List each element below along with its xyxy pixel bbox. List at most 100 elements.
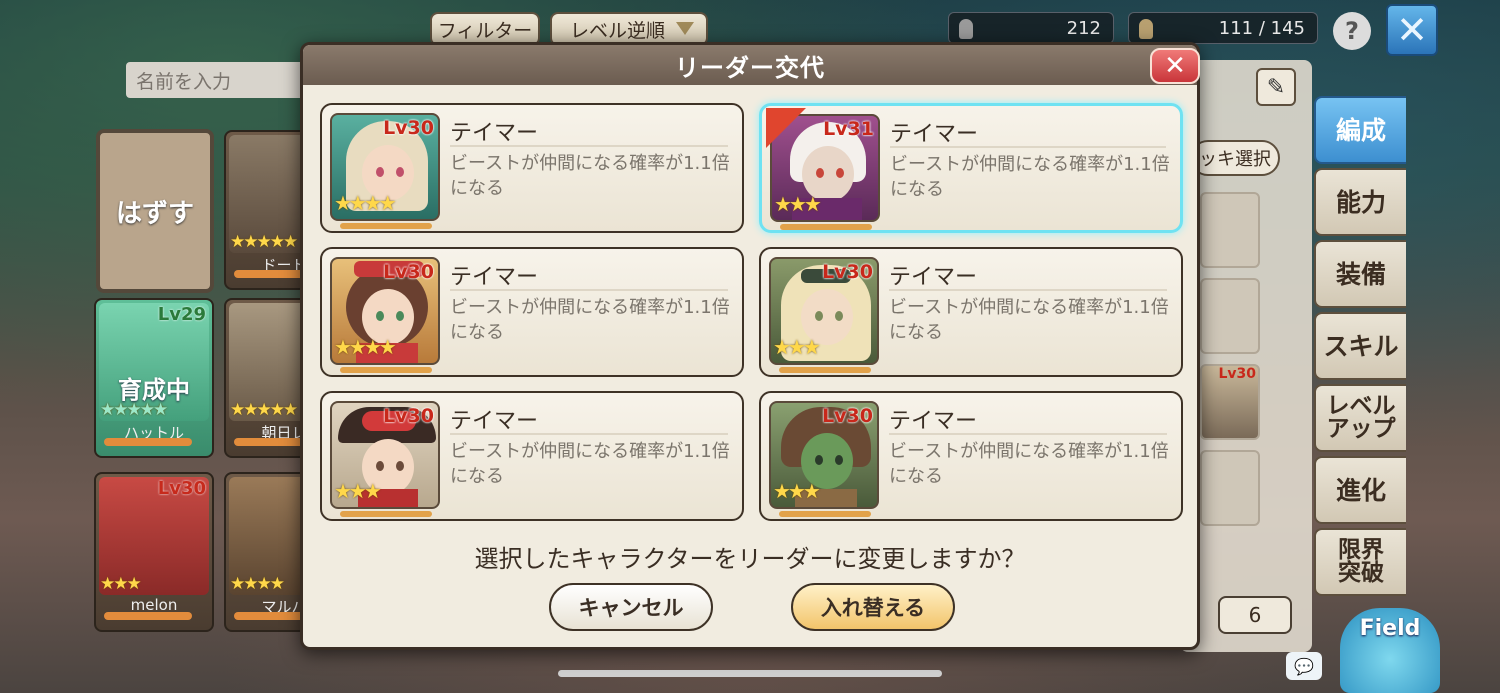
skill-title: テイマー xyxy=(890,122,979,147)
field-button[interactable]: Field xyxy=(1340,608,1440,693)
dialog-close-button[interactable]: ✕ xyxy=(1150,48,1200,84)
roster-card[interactable]: Lv29 育成中 ★★★★★ ハットル xyxy=(94,298,214,458)
rarity-stars: ★★★★★ xyxy=(100,400,168,420)
rarity-stars: ★★★ xyxy=(334,479,382,503)
skill-description: ビーストが仲間になる確率が1.1倍になる xyxy=(889,297,1169,343)
exp-bar xyxy=(779,511,871,517)
edit-button[interactable]: ✎ xyxy=(1256,68,1296,106)
level-label: Lv29 xyxy=(157,304,206,325)
level-label: Lv30 xyxy=(157,478,206,499)
unit-count: 212 xyxy=(1066,17,1101,39)
skill-description: ビーストが仲間になる確率が1.1倍になる xyxy=(450,441,730,487)
close-icon: ✕ xyxy=(1396,8,1428,52)
exp-bar xyxy=(340,367,432,373)
divider xyxy=(450,145,728,147)
rarity-stars: ★★★★ xyxy=(334,191,397,215)
skill-description: ビーストが仲間になる確率が1.1倍になる xyxy=(450,153,730,199)
home-indicator xyxy=(558,670,942,677)
leader-option-card[interactable]: Lv30 ★★★ テイマー ビーストが仲間になる確率が1.1倍になる xyxy=(759,247,1183,377)
page-number[interactable]: 6 xyxy=(1218,596,1292,634)
tab-equipment[interactable]: 装備 xyxy=(1314,240,1406,308)
level-label: Lv30 xyxy=(822,405,873,427)
confirm-question: 選択したキャラクターをリーダーに変更しますか？ xyxy=(474,545,1026,573)
tab-limit-break[interactable]: 限界 突破 xyxy=(1314,528,1406,596)
rarity-stars: ★★★★ xyxy=(230,574,285,594)
level-label: Lv30 xyxy=(822,261,873,283)
leader-option-card[interactable]: Lv31 ★★★ テイマー ビーストが仲間になる確率が1.1倍になる xyxy=(759,103,1183,233)
tab-formation[interactable]: 編成 xyxy=(1314,96,1406,164)
tab-ability[interactable]: 能力 xyxy=(1314,168,1406,236)
deck-slot[interactable] xyxy=(1200,278,1260,354)
skill-title: テイマー xyxy=(889,409,978,434)
character-portrait: Lv30 ★★★ xyxy=(769,401,879,509)
divider xyxy=(450,289,728,291)
sort-label: レベル逆順 xyxy=(570,19,666,42)
rarity-stars: ★★★ xyxy=(774,192,822,216)
tab-skill[interactable]: スキル xyxy=(1314,312,1406,380)
close-icon: ✕ xyxy=(1164,51,1186,81)
exp-bar xyxy=(104,438,192,446)
person-icon xyxy=(959,19,973,39)
skill-title: テイマー xyxy=(450,121,539,146)
deck-slot[interactable]: Lv30 xyxy=(1200,364,1260,440)
leader-option-card[interactable]: Lv30 ★★★ テイマー ビーストが仲間になる確率が1.1倍になる xyxy=(320,391,744,521)
divider xyxy=(450,433,728,435)
pencil-icon: ✎ xyxy=(1266,74,1286,100)
leader-change-dialog: リーダー交代 ✕ Lv30 ★★★★ テイマー ビーストが仲間になる確率が1.1… xyxy=(300,42,1200,650)
remove-button[interactable]: はずす xyxy=(96,129,214,293)
rarity-stars: ★★★★ xyxy=(334,335,397,359)
capacity-icon xyxy=(1139,19,1153,39)
level-label: Lv30 xyxy=(383,261,434,283)
unit-count-display: 212 xyxy=(948,12,1114,44)
deck-slot[interactable] xyxy=(1200,192,1260,268)
tab-level-up[interactable]: レベル アップ xyxy=(1314,384,1406,452)
leader-flag-icon xyxy=(766,108,806,148)
dialog-title: リーダー交代 xyxy=(303,45,1197,85)
skill-description: ビーストが仲間になる確率が1.1倍になる xyxy=(890,154,1170,200)
character-portrait: Lv30 ★★★★ xyxy=(330,257,440,365)
exp-bar xyxy=(104,612,192,620)
slot-level-label: Lv30 xyxy=(1218,366,1256,382)
level-label: Lv30 xyxy=(383,117,434,139)
level-label: Lv30 xyxy=(383,405,434,427)
character-portrait: Lv30 ★★★★ xyxy=(330,113,440,221)
chevron-down-icon xyxy=(676,22,694,35)
skill-title: テイマー xyxy=(450,265,539,290)
capacity-count: 111 / 145 xyxy=(1218,17,1305,39)
deck-slot[interactable] xyxy=(1200,450,1260,526)
rarity-stars: ★★★ xyxy=(773,335,821,359)
cancel-button[interactable]: キャンセル xyxy=(549,583,713,631)
help-button[interactable]: ? xyxy=(1333,12,1371,50)
rarity-stars: ★★★★★ xyxy=(230,232,298,252)
capacity-display: 111 / 145 xyxy=(1128,12,1318,44)
leader-option-card[interactable]: Lv30 ★★★★ テイマー ビーストが仲間になる確率が1.1倍になる xyxy=(320,103,744,233)
leader-option-card[interactable]: Lv30 ★★★★ テイマー ビーストが仲間になる確率が1.1倍になる xyxy=(320,247,744,377)
rarity-stars: ★★★ xyxy=(100,574,142,594)
tab-evolution[interactable]: 進化 xyxy=(1314,456,1406,524)
exp-bar xyxy=(779,367,871,373)
rarity-stars: ★★★ xyxy=(773,479,821,503)
sort-dropdown[interactable]: レベル逆順 xyxy=(550,12,708,46)
skill-title: テイマー xyxy=(450,409,539,434)
rarity-stars: ★★★★★ xyxy=(230,400,298,420)
exp-bar xyxy=(340,511,432,517)
filter-button[interactable]: フィルター xyxy=(430,12,540,46)
skill-title: テイマー xyxy=(889,265,978,290)
exp-bar xyxy=(780,224,872,230)
skill-description: ビーストが仲間になる確率が1.1倍になる xyxy=(450,297,730,343)
close-screen-button[interactable]: ✕ xyxy=(1386,4,1438,56)
roster-card[interactable]: Lv30 ★★★ melon xyxy=(94,472,214,632)
deck-select-button[interactable]: ッキ選択 xyxy=(1190,140,1280,176)
leader-option-card[interactable]: Lv30 ★★★ テイマー ビーストが仲間になる確率が1.1倍になる xyxy=(759,391,1183,521)
divider xyxy=(890,146,1166,148)
level-label: Lv31 xyxy=(823,118,874,140)
divider xyxy=(889,289,1167,291)
skill-description: ビーストが仲間になる確率が1.1倍になる xyxy=(889,441,1169,487)
chat-icon[interactable]: 💬 xyxy=(1286,652,1322,680)
divider xyxy=(889,433,1167,435)
exp-bar xyxy=(340,223,432,229)
character-portrait: Lv30 ★★★ xyxy=(330,401,440,509)
swap-button[interactable]: 入れ替える xyxy=(791,583,955,631)
character-portrait: Lv30 ★★★ xyxy=(769,257,879,365)
search-input[interactable]: 名前を入力 xyxy=(126,62,306,98)
